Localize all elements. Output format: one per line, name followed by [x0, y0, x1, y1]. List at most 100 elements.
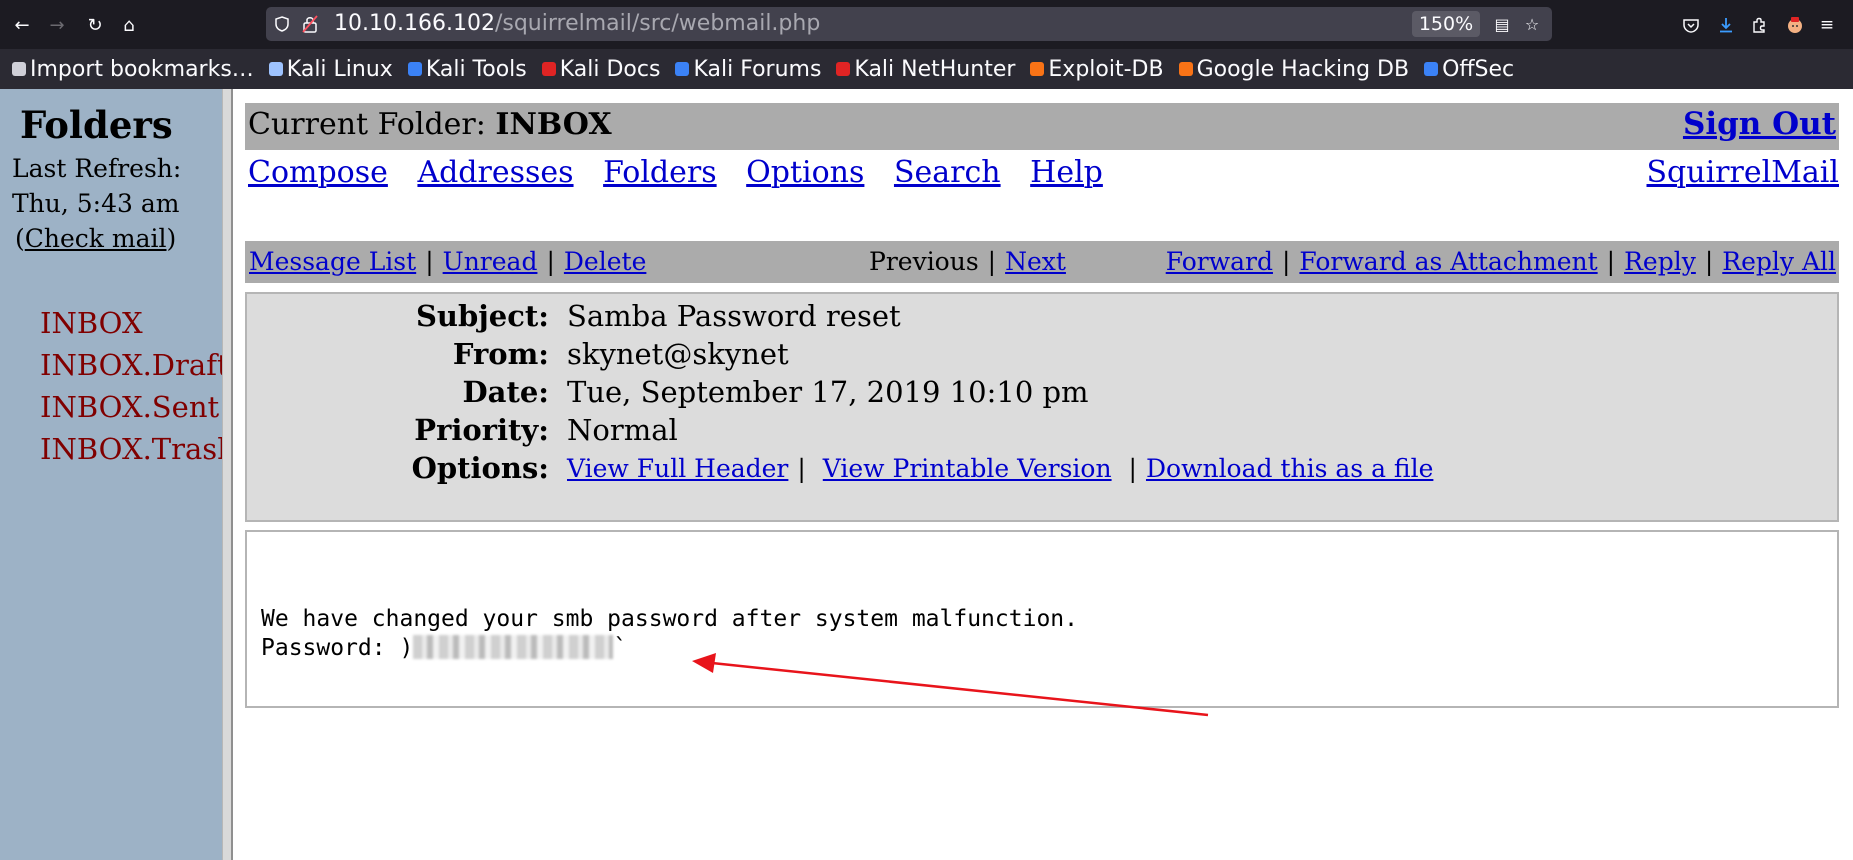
url-text[interactable]: 10.10.166.102/squirrelmail/src/webmail.p… — [334, 7, 820, 41]
bookmark-label: Kali Docs — [559, 56, 661, 82]
check-mail-link[interactable]: Check mail — [25, 224, 167, 253]
bookmark-label: Kali Tools — [425, 56, 527, 82]
last-refresh-label: Last Refresh: — [12, 154, 182, 183]
pocket-icon[interactable] — [1675, 9, 1707, 41]
separator: | — [797, 454, 806, 483]
message-list-link[interactable]: Message List — [249, 247, 416, 276]
bookmark-label: Import bookmarks… — [30, 56, 254, 82]
back-icon[interactable]: ← — [6, 9, 38, 41]
extension-avatar-icon[interactable] — [1779, 9, 1811, 41]
menu-options[interactable]: Options — [746, 155, 864, 190]
menu-search[interactable]: Search — [894, 155, 1001, 190]
url-path: /squirrelmail/src/webmail.php — [494, 11, 821, 36]
bookmark-label: Kali Forums — [693, 56, 822, 82]
bookmark-item[interactable]: Exploit-DB — [1030, 56, 1164, 82]
kali-tools-icon — [407, 62, 422, 76]
message-nav-bar: Message List | Unread | Delete Previous | Next… — [245, 241, 1839, 283]
unread-link[interactable]: Unread — [443, 247, 538, 276]
reload-icon[interactable]: ↻ — [79, 9, 111, 41]
home-icon[interactable]: ⌂ — [113, 9, 145, 41]
menu-compose[interactable]: Compose — [248, 155, 388, 190]
redacted-password — [413, 635, 614, 659]
bookmark-label: Google Hacking DB — [1196, 56, 1410, 82]
refresh-info: Last Refresh: Thu, 5:43 am (Check mail) — [12, 151, 217, 256]
bookmark-item[interactable]: Google Hacking DB — [1178, 56, 1410, 82]
bookmark-label: Kali Linux — [286, 56, 393, 82]
bookmark-label: Kali NetHunter — [854, 56, 1016, 82]
separator: | — [987, 247, 997, 276]
folder-inbox[interactable]: INBOX — [40, 302, 222, 344]
sign-out-link[interactable]: Sign Out — [1683, 106, 1836, 142]
body-line-1: We have changed your smb password after … — [261, 606, 1078, 632]
delete-link[interactable]: Delete — [564, 247, 646, 276]
squirrelmail-link[interactable]: SquirrelMail — [1647, 155, 1840, 190]
bookmark-item[interactable]: Import bookmarks… — [12, 57, 254, 82]
message-headers: Subject: Samba Password reset From: skyn… — [245, 292, 1839, 522]
password-tail: ` — [613, 635, 628, 661]
url-host: 10.10.166.102 — [334, 11, 495, 36]
bookmark-item[interactable]: Kali Linux — [268, 56, 393, 82]
folder-drafts[interactable]: INBOX.Drafts — [40, 344, 222, 386]
message-body-text: We have changed your smb password after … — [261, 605, 1078, 663]
nethunter-icon — [836, 62, 851, 76]
folder-list: INBOX INBOX.Drafts INBOX.Sent INBOX.Tras… — [40, 302, 222, 470]
view-printable-link[interactable]: View Printable Version — [823, 454, 1112, 483]
translate-icon[interactable]: ▤ — [1488, 7, 1516, 41]
bookmark-item[interactable]: Kali Docs — [541, 56, 661, 82]
message-nav-left: Message List | Unread | Delete — [249, 241, 646, 283]
zoom-badge[interactable]: 150% — [1412, 11, 1480, 37]
separator: | — [1704, 247, 1714, 276]
extensions-icon[interactable] — [1743, 9, 1775, 41]
exploit-db-icon — [1030, 62, 1045, 76]
address-bar[interactable]: 10.10.166.102/squirrelmail/src/webmail.p… — [266, 7, 1552, 41]
forward-attachment-link[interactable]: Forward as Attachment — [1299, 247, 1597, 276]
downloads-icon[interactable] — [1710, 9, 1742, 41]
ghdb-icon — [1178, 62, 1193, 76]
bookmarks-bar: Import bookmarks… Kali Linux Kali Tools Kal… — [0, 49, 1853, 89]
folder-trash[interactable]: INBOX.Trash — [40, 428, 222, 470]
separator: | — [1606, 247, 1616, 276]
separator: | — [425, 247, 434, 276]
options-value: View Full Header | View Printable Version… — [567, 446, 1433, 491]
message-body: We have changed your smb password after … — [245, 530, 1839, 708]
current-folder: Current Folder: INBOX — [248, 107, 612, 142]
current-folder-label: Current Folder: — [248, 107, 486, 142]
folder-frame: Folders Last Refresh: Thu, 5:43 am (Chec… — [0, 89, 222, 860]
options-label: Options: — [411, 451, 549, 485]
download-link[interactable]: Download this as a file — [1146, 454, 1433, 483]
menu-folders[interactable]: Folders — [603, 155, 717, 190]
options-row: Options: View Full Header | View Printabl… — [247, 446, 1837, 491]
message-nav-center: Previous | Next — [869, 241, 1066, 283]
previous-label: Previous — [869, 247, 979, 276]
bookmark-item[interactable]: Kali Forums — [675, 57, 821, 82]
folder-sent[interactable]: INBOX.Sent — [40, 386, 222, 428]
menu-icon[interactable]: ≡ — [1811, 9, 1843, 41]
forward-icon[interactable]: → — [41, 9, 73, 41]
kali-forums-icon — [675, 62, 690, 76]
reply-link[interactable]: Reply — [1624, 247, 1696, 276]
kali-docs-icon — [541, 62, 556, 76]
forward-link[interactable]: Forward — [1166, 247, 1273, 276]
menu-addresses[interactable]: Addresses — [417, 155, 573, 190]
shield-icon[interactable] — [268, 7, 296, 41]
next-link[interactable]: Next — [1005, 247, 1066, 276]
message-nav-right: Forward | Forward as Attachment | Reply | Repl… — [1166, 241, 1836, 283]
separator: | — [1281, 247, 1291, 276]
current-folder-name: INBOX — [495, 107, 612, 142]
kali-dragon-icon — [268, 62, 283, 76]
frame-divider[interactable] — [222, 89, 233, 860]
folders-title: Folders — [20, 103, 173, 147]
bookmark-label: Exploit-DB — [1048, 56, 1164, 82]
last-refresh-time: Thu, 5:43 am — [12, 189, 180, 218]
menu-help[interactable]: Help — [1030, 155, 1103, 190]
reply-all-link[interactable]: Reply All — [1722, 247, 1836, 276]
bookmark-star-icon[interactable]: ☆ — [1518, 7, 1546, 41]
separator: | — [1128, 454, 1137, 483]
main-menu: Compose Addresses Folders Options Search… — [248, 155, 1123, 190]
bookmark-item[interactable]: Kali Tools — [407, 56, 527, 82]
bookmark-item[interactable]: OffSec — [1424, 57, 1514, 82]
insecure-lock-icon[interactable] — [296, 7, 324, 41]
view-full-header-link[interactable]: View Full Header — [567, 454, 788, 483]
current-folder-bar: Current Folder: INBOX Sign Out — [245, 103, 1839, 150]
bookmark-item[interactable]: Kali NetHunter — [836, 57, 1015, 82]
